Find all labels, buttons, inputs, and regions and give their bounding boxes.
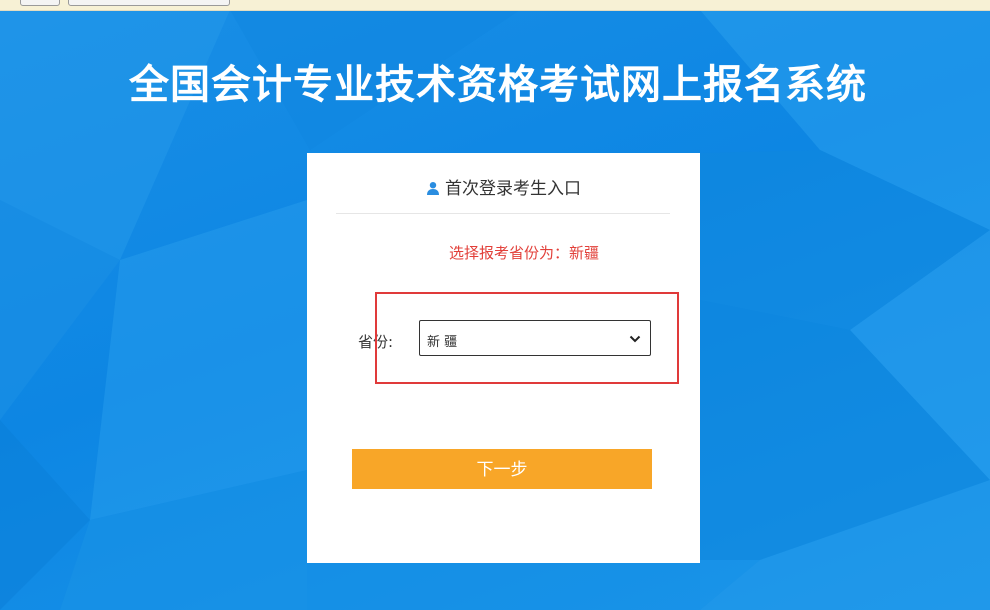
header-divider xyxy=(336,213,670,214)
browser-toolbar xyxy=(0,0,990,11)
selected-province-notice: 选择报考省份为：新疆 xyxy=(449,244,600,262)
next-step-button[interactable]: 下一步 xyxy=(352,449,652,489)
toolbar-field[interactable] xyxy=(68,0,230,6)
page: 全国会计专业技术资格考试网上报名系统 首次登录考生入口 选择报考省份为：新疆 省… xyxy=(0,0,990,610)
user-icon xyxy=(427,182,439,195)
card-header: 首次登录考生入口 xyxy=(307,177,700,201)
site-title: 全国会计专业技术资格考试网上报名系统 xyxy=(129,62,867,108)
province-label: 省份: xyxy=(358,333,394,351)
card-header-label: 首次登录考生入口 xyxy=(445,179,581,199)
toolbar-button[interactable] xyxy=(20,0,60,6)
province-select[interactable]: 新 疆 xyxy=(419,320,651,356)
province-select-value: 新 疆 xyxy=(427,335,458,350)
login-card: 首次登录考生入口 选择报考省份为：新疆 省份: 新 疆 下一步 xyxy=(307,153,700,563)
chevron-down-icon xyxy=(629,335,641,343)
